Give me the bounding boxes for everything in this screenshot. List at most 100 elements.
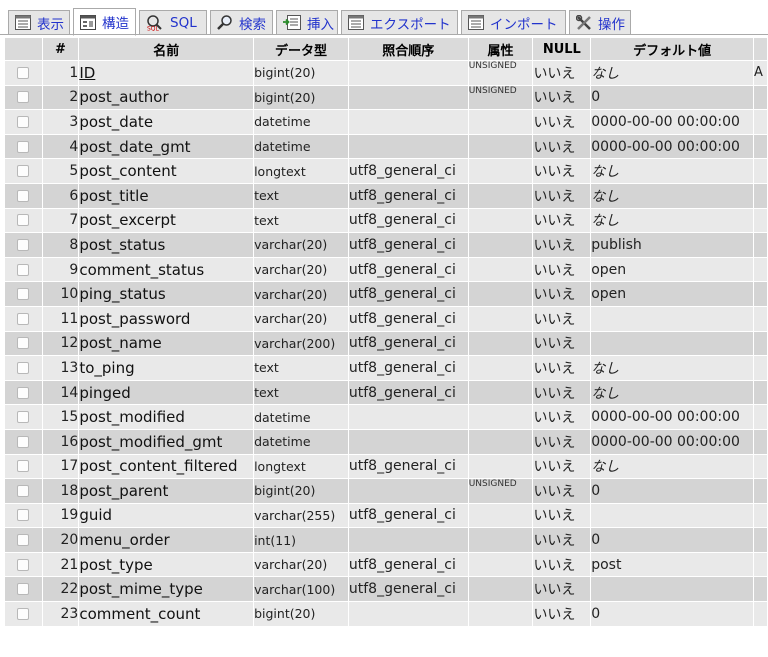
row-select-checkbox[interactable]: [17, 386, 30, 399]
col-select-header: [4, 37, 43, 61]
row-checkbox[interactable]: [4, 133, 43, 160]
row-select-checkbox[interactable]: [17, 337, 30, 350]
row-checkbox[interactable]: [4, 404, 43, 430]
row-checkbox[interactable]: [4, 60, 43, 86]
row-select-checkbox[interactable]: [17, 140, 30, 153]
table-row[interactable]: 6 post_title text utf8_general_ci いいえ なし: [4, 182, 768, 209]
table-row[interactable]: 12 post_name varchar(200) utf8_general_ci いい…: [4, 330, 768, 357]
table-row[interactable]: 17 post_content_filtered longtext utf8_gene…: [4, 453, 768, 480]
row-checkbox[interactable]: [4, 576, 43, 603]
field-name: post_date_gmt: [78, 133, 255, 160]
col-null-header[interactable]: NULL: [532, 37, 592, 61]
row-checkbox[interactable]: [4, 232, 43, 258]
row-select-checkbox[interactable]: [17, 583, 30, 596]
row-checkbox[interactable]: [4, 478, 43, 504]
field-null: いいえ: [532, 379, 592, 406]
table-row[interactable]: 15 post_modified datetime いいえ 0000-00-00 00:…: [4, 404, 768, 430]
row-checkbox[interactable]: [4, 84, 43, 111]
row-checkbox[interactable]: [4, 355, 43, 381]
table-row[interactable]: 2 post_author bigint(20) UNSIGNED いいえ 0: [4, 84, 768, 111]
row-select-checkbox[interactable]: [17, 534, 30, 547]
tab-import[interactable]: インポート: [461, 10, 566, 34]
row-checkbox[interactable]: [4, 281, 43, 307]
field-collation: utf8_general_ci: [347, 207, 469, 234]
row-select-checkbox[interactable]: [17, 484, 30, 497]
row-select-checkbox[interactable]: [17, 361, 30, 374]
row-checkbox[interactable]: [4, 502, 43, 529]
row-checkbox[interactable]: [4, 379, 43, 406]
row-checkbox[interactable]: [4, 256, 43, 283]
table-row[interactable]: 5 post_content longtext utf8_general_ci いいえな…: [4, 158, 768, 184]
row-checkbox[interactable]: [4, 207, 43, 234]
row-checkbox[interactable]: [4, 182, 43, 209]
table-row[interactable]: 20 menu_order int(11) いいえ 0: [4, 527, 768, 553]
field-extra: [753, 601, 768, 627]
row-select-checkbox[interactable]: [17, 509, 30, 522]
col-attributes-header[interactable]: 属性: [467, 37, 534, 61]
col-num-header: #: [41, 37, 80, 61]
table-row[interactable]: 21 post_type varchar(20) utf8_general_ci いいえ…: [4, 551, 768, 578]
row-select-checkbox[interactable]: [17, 558, 30, 571]
table-row[interactable]: 22 post_mime_type varchar(100) utf8_general…: [4, 576, 768, 603]
row-select-checkbox[interactable]: [17, 435, 30, 448]
row-select-checkbox[interactable]: [17, 165, 30, 178]
table-row[interactable]: 9 comment_status varchar(20) utf8_general_c…: [4, 256, 768, 283]
row-checkbox[interactable]: [4, 428, 43, 455]
row-select-checkbox[interactable]: [17, 607, 30, 620]
col-type-header[interactable]: データ型: [253, 37, 349, 61]
col-name-header[interactable]: 名前: [78, 37, 255, 61]
tab-insert[interactable]: 挿入: [276, 10, 338, 34]
row-select-checkbox[interactable]: [17, 312, 30, 325]
field-attributes: [467, 305, 534, 332]
table-row[interactable]: 23 comment_count bigint(20) いいえ 0: [4, 601, 768, 627]
field-attributes: [467, 428, 534, 455]
table-row[interactable]: 13 to_ping text utf8_general_ci いいえ なし: [4, 355, 768, 381]
row-select-checkbox[interactable]: [17, 288, 30, 301]
row-checkbox[interactable]: [4, 109, 43, 135]
tab-search[interactable]: 検索: [210, 10, 273, 34]
row-checkbox[interactable]: [4, 330, 43, 357]
tab-operations[interactable]: 操作: [569, 10, 631, 34]
row-checkbox[interactable]: [4, 158, 43, 184]
table-row[interactable]: 10 ping_status varchar(20) utf8_general_ci い…: [4, 281, 768, 307]
row-select-checkbox[interactable]: [17, 460, 30, 473]
row-number: 2: [41, 84, 80, 111]
tab-sql[interactable]: SQL SQL: [139, 10, 207, 34]
row-checkbox[interactable]: [4, 601, 43, 627]
tab-browse[interactable]: 表示: [8, 10, 70, 34]
tab-label: 操作: [598, 16, 625, 33]
table-row[interactable]: 4 post_date_gmt datetime いいえ 0000-00-00 00:0…: [4, 133, 768, 160]
table-row[interactable]: 8 post_status varchar(20) utf8_general_ci いい…: [4, 232, 768, 258]
field-default: なし: [590, 355, 754, 381]
row-select-checkbox[interactable]: [17, 263, 30, 276]
row-select-checkbox[interactable]: [17, 91, 30, 104]
table-row[interactable]: 19 guid varchar(255) utf8_general_ci いいえ: [4, 502, 768, 529]
row-checkbox[interactable]: [4, 527, 43, 553]
row-number: 14: [41, 379, 80, 406]
table-row[interactable]: 7 post_excerpt text utf8_general_ci いいえ なし: [4, 207, 768, 234]
col-collation-header[interactable]: 照合順序: [347, 37, 469, 61]
tab-export[interactable]: エクスポート: [341, 10, 458, 34]
row-select-checkbox[interactable]: [17, 189, 30, 202]
field-default: なし: [590, 158, 754, 184]
row-select-checkbox[interactable]: [17, 238, 30, 251]
table-row[interactable]: 3 post_date datetime いいえ 0000-00-00 00:00:00: [4, 109, 768, 135]
table-row[interactable]: 14 pinged text utf8_general_ci いいえ なし: [4, 379, 768, 406]
row-checkbox[interactable]: [4, 453, 43, 480]
row-select-checkbox[interactable]: [17, 214, 30, 227]
table-row[interactable]: 16 post_modified_gmt datetime いいえ 0000-00-00…: [4, 428, 768, 455]
col-default-header[interactable]: デフォルト値: [590, 37, 754, 61]
row-select-checkbox[interactable]: [17, 115, 30, 128]
field-type: bigint(20): [253, 60, 349, 86]
field-attributes: [467, 502, 534, 529]
table-row[interactable]: 11 post_password varchar(20) utf8_general_c…: [4, 305, 768, 332]
row-select-checkbox[interactable]: [17, 66, 30, 79]
table-row[interactable]: 18 post_parent bigint(20) UNSIGNED いいえ 0: [4, 478, 768, 504]
row-select-checkbox[interactable]: [17, 411, 30, 424]
field-default: [590, 305, 754, 332]
row-checkbox[interactable]: [4, 305, 43, 332]
field-extra: [753, 551, 768, 578]
tab-structure[interactable]: 構造: [73, 8, 136, 36]
table-row[interactable]: 1 ID bigint(20) UNSIGNED いいえ なし A: [4, 60, 768, 86]
row-checkbox[interactable]: [4, 551, 43, 578]
